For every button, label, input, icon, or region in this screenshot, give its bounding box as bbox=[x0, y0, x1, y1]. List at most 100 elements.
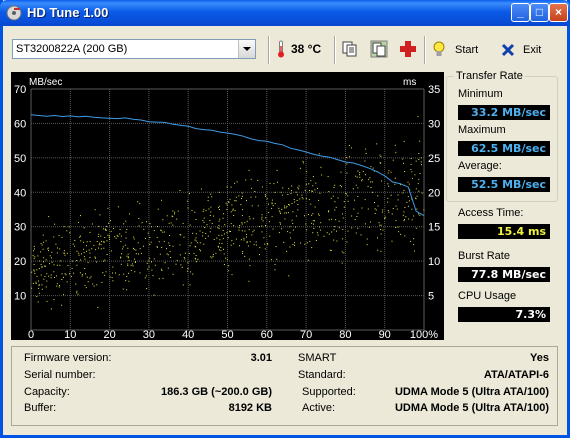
left-tick-label: 70 bbox=[14, 84, 26, 96]
access-point bbox=[343, 206, 345, 208]
right-unit-label: ms bbox=[403, 77, 416, 88]
access-point bbox=[137, 242, 139, 244]
access-point bbox=[203, 217, 205, 219]
access-point bbox=[228, 265, 230, 267]
access-point bbox=[368, 226, 370, 228]
access-point bbox=[65, 274, 67, 276]
save-screenshot-icon[interactable] bbox=[370, 40, 388, 58]
access-point bbox=[105, 271, 107, 273]
access-point bbox=[274, 203, 276, 205]
access-point bbox=[360, 234, 362, 236]
access-point bbox=[226, 204, 228, 206]
access-point bbox=[343, 252, 345, 254]
access-point bbox=[268, 221, 270, 223]
access-point bbox=[421, 164, 422, 166]
access-point bbox=[137, 201, 139, 203]
access-point bbox=[63, 276, 64, 278]
access-point bbox=[332, 195, 334, 197]
access-point bbox=[146, 262, 148, 264]
access-point bbox=[147, 232, 149, 234]
access-point bbox=[380, 229, 382, 230]
access-time-label: Access Time: bbox=[458, 207, 524, 219]
access-point bbox=[77, 293, 79, 295]
access-point bbox=[288, 275, 290, 277]
access-point bbox=[84, 258, 86, 260]
access-point bbox=[126, 289, 128, 291]
access-point bbox=[172, 245, 174, 247]
access-point bbox=[278, 232, 280, 234]
access-point bbox=[162, 231, 164, 233]
access-point bbox=[195, 255, 197, 256]
drive-select[interactable]: ST3200822A (200 GB) bbox=[12, 39, 256, 59]
access-point bbox=[166, 253, 168, 255]
access-point bbox=[170, 222, 172, 224]
access-point bbox=[77, 221, 79, 223]
access-point bbox=[101, 281, 103, 283]
access-point bbox=[281, 208, 283, 210]
access-point bbox=[263, 237, 265, 239]
access-point bbox=[151, 269, 153, 271]
minimize-button[interactable]: _ bbox=[511, 3, 530, 22]
access-point bbox=[41, 244, 43, 246]
access-point bbox=[421, 192, 423, 194]
access-point bbox=[40, 243, 42, 245]
access-point bbox=[265, 217, 267, 219]
access-point bbox=[31, 271, 33, 273]
copy-icon[interactable] bbox=[341, 40, 359, 58]
access-point bbox=[127, 253, 129, 255]
close-button[interactable]: × bbox=[549, 3, 568, 22]
access-point bbox=[361, 180, 363, 182]
health-plus-icon[interactable] bbox=[399, 40, 417, 58]
access-point bbox=[211, 257, 213, 259]
firmware-label: Firmware version: bbox=[24, 352, 112, 364]
access-point bbox=[202, 235, 204, 237]
access-point bbox=[319, 192, 321, 194]
chevron-down-icon[interactable] bbox=[238, 40, 255, 58]
exit-button[interactable]: Exit bbox=[501, 38, 551, 62]
access-point bbox=[377, 195, 379, 197]
access-point bbox=[306, 242, 308, 244]
access-point bbox=[234, 210, 236, 212]
right-tick-label: 15 bbox=[428, 222, 440, 234]
access-point bbox=[46, 273, 48, 275]
access-point bbox=[238, 195, 240, 197]
access-point bbox=[59, 264, 61, 266]
left-tick-label: 50 bbox=[14, 153, 26, 165]
access-point bbox=[352, 188, 354, 190]
maximize-button[interactable]: □ bbox=[530, 3, 549, 22]
access-point bbox=[313, 223, 314, 225]
title-bar[interactable]: HD Tune 1.00 _ □ × bbox=[0, 0, 570, 26]
access-point bbox=[204, 227, 205, 229]
access-point bbox=[87, 281, 89, 283]
access-point bbox=[83, 252, 85, 254]
access-point bbox=[41, 266, 43, 268]
access-point bbox=[108, 222, 109, 224]
access-point bbox=[381, 211, 383, 213]
access-point bbox=[97, 236, 99, 238]
access-point bbox=[96, 261, 97, 263]
active-label: Active: bbox=[302, 402, 336, 414]
access-point bbox=[43, 278, 45, 280]
start-button[interactable]: Start bbox=[433, 38, 488, 62]
access-point bbox=[417, 116, 419, 118]
access-point bbox=[197, 242, 199, 244]
access-point bbox=[258, 226, 260, 227]
access-point bbox=[211, 196, 213, 198]
access-point bbox=[183, 257, 185, 259]
access-point bbox=[104, 237, 106, 238]
access-point bbox=[244, 222, 246, 224]
access-point bbox=[174, 213, 175, 215]
access-point bbox=[126, 229, 128, 230]
access-point bbox=[342, 228, 344, 230]
access-point bbox=[202, 210, 204, 212]
access-point bbox=[219, 239, 221, 241]
access-point bbox=[252, 218, 254, 220]
access-point bbox=[241, 215, 243, 217]
access-point bbox=[244, 230, 246, 232]
access-point bbox=[210, 211, 212, 213]
access-point bbox=[192, 273, 194, 275]
access-point bbox=[100, 244, 102, 246]
access-point bbox=[63, 250, 65, 252]
access-point bbox=[86, 245, 87, 247]
access-point bbox=[79, 272, 81, 274]
